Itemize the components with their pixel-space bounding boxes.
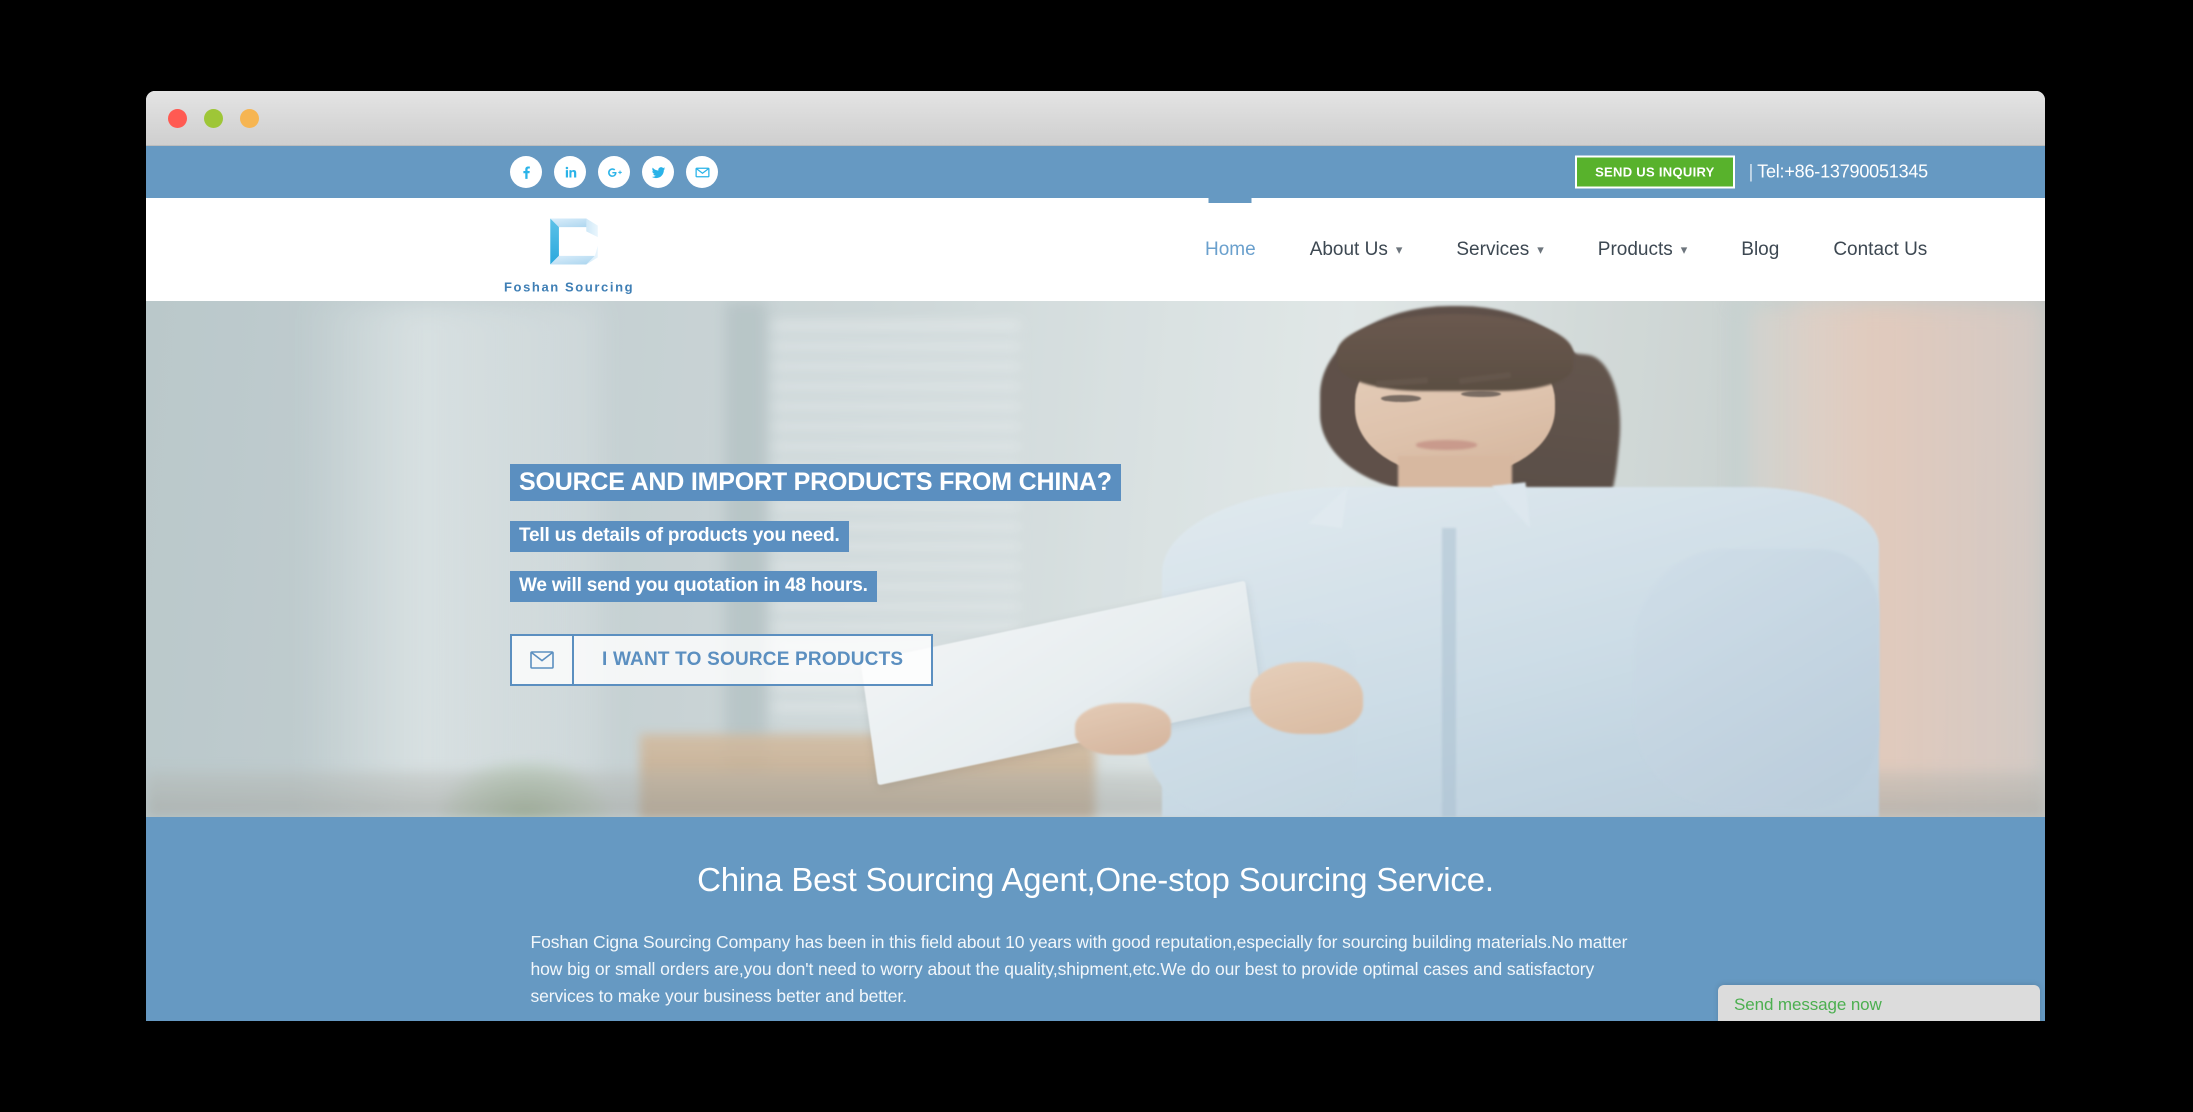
- twitter-icon[interactable]: [642, 156, 674, 188]
- nav-item-products[interactable]: Products ▾: [1571, 198, 1715, 301]
- window-maximize-button[interactable]: [240, 108, 259, 128]
- hexagon-c-logo-icon: [550, 217, 598, 265]
- nav-item-contact-us[interactable]: Contact Us: [1806, 198, 1954, 301]
- hero-section: SOURCE AND IMPORT PRODUCTS FROM CHINA? T…: [146, 301, 2045, 817]
- hero-headline: SOURCE AND IMPORT PRODUCTS FROM CHINA?: [510, 464, 1121, 502]
- source-products-button-label: I WANT TO SOURCE PRODUCTS: [602, 649, 904, 671]
- site-logo[interactable]: Foshan Sourcing: [504, 205, 634, 294]
- tel-number: Tel:+86-13790051345: [1757, 161, 1928, 182]
- facebook-icon[interactable]: [510, 156, 542, 188]
- hero-subline-1-text: Tell us details of products you need.: [510, 521, 849, 553]
- nav-label-about-us: About Us: [1309, 238, 1388, 260]
- main-menu: Home About Us ▾ Services ▾ Products ▾ Bl…: [1178, 198, 1954, 301]
- nav-item-home[interactable]: Home: [1178, 198, 1283, 301]
- chevron-down-icon: ▾: [1537, 242, 1544, 257]
- nav-item-services[interactable]: Services ▾: [1429, 198, 1570, 301]
- logo-text: Foshan Sourcing: [504, 279, 635, 294]
- nav-label-products: Products: [1597, 238, 1673, 260]
- hero-subline-1: Tell us details of products you need.: [510, 521, 849, 553]
- chevron-down-icon: ▾: [1680, 242, 1688, 257]
- source-products-button[interactable]: I WANT TO SOURCE PRODUCTS: [510, 634, 934, 687]
- window-minimize-button[interactable]: [204, 108, 223, 128]
- linkedin-icon[interactable]: [554, 156, 586, 188]
- nav-item-blog[interactable]: Blog: [1714, 198, 1806, 301]
- browser-window: SEND US INQUIRY | Tel:+86-13790051345 Fo…: [146, 91, 2045, 1021]
- telephone-text: | Tel:+86-13790051345: [1748, 161, 1929, 183]
- envelope-icon: [512, 636, 574, 685]
- tel-separator: |: [1748, 161, 1754, 182]
- nav-label-blog: Blog: [1741, 238, 1780, 260]
- chevron-down-icon: ▾: [1395, 242, 1403, 257]
- browser-titlebar: [146, 91, 2045, 146]
- social-links: [510, 156, 718, 188]
- site-topbar: SEND US INQUIRY | Tel:+86-13790051345: [146, 146, 2045, 198]
- window-close-button[interactable]: [168, 108, 187, 128]
- hero-subline-2: We will send you quotation in 48 hours.: [510, 571, 877, 603]
- chat-widget-label: Send message now: [1734, 995, 1882, 1014]
- nav-label-contact-us: Contact Us: [1833, 238, 1928, 260]
- nav-label-home: Home: [1205, 238, 1256, 260]
- intro-title: China Best Sourcing Agent,One-stop Sourc…: [697, 861, 1494, 898]
- hero-copy: SOURCE AND IMPORT PRODUCTS FROM CHINA? T…: [510, 464, 1121, 687]
- email-icon[interactable]: [686, 156, 718, 188]
- googleplus-icon[interactable]: [598, 156, 630, 188]
- intro-body: Foshan Cigna Sourcing Company has been i…: [530, 932, 1628, 1007]
- nav-item-about-us[interactable]: About Us ▾: [1283, 198, 1430, 301]
- nav-label-services: Services: [1456, 238, 1530, 260]
- site-navbar: Foshan Sourcing Home About Us ▾ Services…: [146, 198, 2045, 301]
- topbar-contact: SEND US INQUIRY | Tel:+86-13790051345: [1575, 155, 1929, 189]
- chat-widget[interactable]: Send message now: [1718, 985, 2040, 1021]
- hero-headline-text: SOURCE AND IMPORT PRODUCTS FROM CHINA?: [510, 464, 1121, 502]
- hero-subline-2-text: We will send you quotation in 48 hours.: [510, 571, 877, 603]
- send-us-inquiry-button[interactable]: SEND US INQUIRY: [1575, 155, 1735, 189]
